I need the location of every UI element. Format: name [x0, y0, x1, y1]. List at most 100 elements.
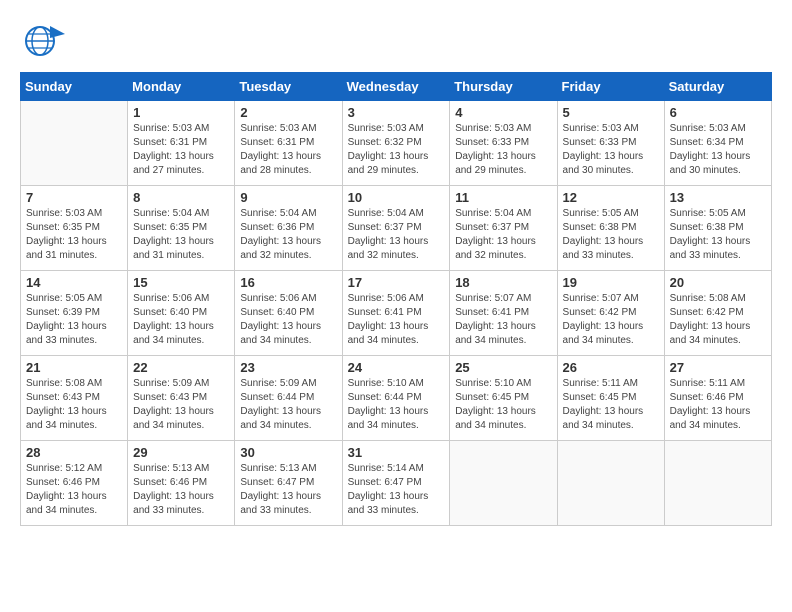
weekday-header-tuesday: Tuesday: [235, 73, 342, 101]
day-info: Sunrise: 5:04 AM Sunset: 6:36 PM Dayligh…: [240, 207, 336, 263]
day-info: Sunrise: 5:10 AM Sunset: 6:44 PM Dayligh…: [348, 377, 445, 433]
calendar-cell: 21Sunrise: 5:08 AM Sunset: 6:43 PM Dayli…: [21, 356, 128, 441]
calendar-cell: 30 Sunrise: 5:13 AM Sunset: 6:47 PM Dayli…: [235, 441, 342, 526]
day-info: Sunrise: 5:03 AM Sunset: 6:34 PM Dayligh…: [670, 122, 766, 178]
day-info: Sunrise: 5:13 AM Sunset: 6:47 PM Dayligh…: [240, 462, 336, 518]
day-info: Sunrise: 5:05 AM Sunset: 6:38 PM Dayligh…: [563, 207, 659, 263]
day-number: 27: [670, 360, 766, 375]
calendar-cell: 28Sunrise: 5:12 AM Sunset: 6:46 PM Dayli…: [21, 441, 128, 526]
day-number: 15: [133, 275, 229, 290]
calendar-cell: [557, 441, 664, 526]
calendar-cell: 20Sunrise: 5:08 AM Sunset: 6:42 PM Dayli…: [664, 271, 771, 356]
day-info: Sunrise: 5:08 AM Sunset: 6:42 PM Dayligh…: [670, 292, 766, 348]
day-number: 30: [240, 445, 336, 460]
day-info: Sunrise: 5:06 AM Sunset: 6:41 PM Dayligh…: [348, 292, 445, 348]
weekday-header-row: SundayMondayTuesdayWednesdayThursdayFrid…: [21, 73, 772, 101]
day-number: 5: [563, 105, 659, 120]
week-row-4: 21Sunrise: 5:08 AM Sunset: 6:43 PM Dayli…: [21, 356, 772, 441]
day-number: 7: [26, 190, 122, 205]
day-info: Sunrise: 5:03 AM Sunset: 6:33 PM Dayligh…: [455, 122, 551, 178]
day-number: 22: [133, 360, 229, 375]
calendar-cell: 23Sunrise: 5:09 AM Sunset: 6:44 PM Dayli…: [235, 356, 342, 441]
calendar-cell: 12 Sunrise: 5:05 AM Sunset: 6:38 PM Dayli…: [557, 186, 664, 271]
day-number: 12: [563, 190, 659, 205]
day-number: 24: [348, 360, 445, 375]
calendar-cell: 9 Sunrise: 5:04 AM Sunset: 6:36 PM Daylig…: [235, 186, 342, 271]
calendar-cell: 17Sunrise: 5:06 AM Sunset: 6:41 PM Dayli…: [342, 271, 450, 356]
calendar-cell: 29 Sunrise: 5:13 AM Sunset: 6:46 PM Dayli…: [128, 441, 235, 526]
calendar-cell: 5 Sunrise: 5:03 AM Sunset: 6:33 PM Daylig…: [557, 101, 664, 186]
day-number: 4: [455, 105, 551, 120]
day-info: Sunrise: 5:03 AM Sunset: 6:35 PM Dayligh…: [26, 207, 122, 263]
calendar-cell: 25 Sunrise: 5:10 AM Sunset: 6:45 PM Dayli…: [450, 356, 557, 441]
day-info: Sunrise: 5:03 AM Sunset: 6:32 PM Dayligh…: [348, 122, 445, 178]
day-info: Sunrise: 5:05 AM Sunset: 6:39 PM Dayligh…: [26, 292, 122, 348]
day-number: 11: [455, 190, 551, 205]
day-info: Sunrise: 5:03 AM Sunset: 6:31 PM Dayligh…: [240, 122, 336, 178]
day-number: 31: [348, 445, 445, 460]
day-info: Sunrise: 5:14 AM Sunset: 6:47 PM Dayligh…: [348, 462, 445, 518]
calendar-cell: 22 Sunrise: 5:09 AM Sunset: 6:43 PM Dayli…: [128, 356, 235, 441]
week-row-1: 1 Sunrise: 5:03 AM Sunset: 6:31 PM Daylig…: [21, 101, 772, 186]
day-number: 3: [348, 105, 445, 120]
day-number: 10: [348, 190, 445, 205]
day-info: Sunrise: 5:13 AM Sunset: 6:46 PM Dayligh…: [133, 462, 229, 518]
day-info: Sunrise: 5:04 AM Sunset: 6:37 PM Dayligh…: [455, 207, 551, 263]
calendar-cell: 10 Sunrise: 5:04 AM Sunset: 6:37 PM Dayli…: [342, 186, 450, 271]
day-number: 23: [240, 360, 336, 375]
calendar-cell: 27 Sunrise: 5:11 AM Sunset: 6:46 PM Dayli…: [664, 356, 771, 441]
day-info: Sunrise: 5:11 AM Sunset: 6:46 PM Dayligh…: [670, 377, 766, 433]
day-info: Sunrise: 5:10 AM Sunset: 6:45 PM Dayligh…: [455, 377, 551, 433]
day-number: 16: [240, 275, 336, 290]
day-info: Sunrise: 5:06 AM Sunset: 6:40 PM Dayligh…: [240, 292, 336, 348]
calendar-cell: 6 Sunrise: 5:03 AM Sunset: 6:34 PM Daylig…: [664, 101, 771, 186]
weekday-header-wednesday: Wednesday: [342, 73, 450, 101]
day-info: Sunrise: 5:04 AM Sunset: 6:37 PM Dayligh…: [348, 207, 445, 263]
day-number: 28: [26, 445, 122, 460]
day-number: 29: [133, 445, 229, 460]
day-info: Sunrise: 5:07 AM Sunset: 6:42 PM Dayligh…: [563, 292, 659, 348]
calendar-cell: 26Sunrise: 5:11 AM Sunset: 6:45 PM Dayli…: [557, 356, 664, 441]
calendar-cell: [21, 101, 128, 186]
day-number: 18: [455, 275, 551, 290]
calendar-cell: 2 Sunrise: 5:03 AM Sunset: 6:31 PM Daylig…: [235, 101, 342, 186]
calendar-cell: [450, 441, 557, 526]
week-row-2: 7 Sunrise: 5:03 AM Sunset: 6:35 PM Daylig…: [21, 186, 772, 271]
day-info: Sunrise: 5:03 AM Sunset: 6:33 PM Dayligh…: [563, 122, 659, 178]
day-info: Sunrise: 5:07 AM Sunset: 6:41 PM Dayligh…: [455, 292, 551, 348]
weekday-header-monday: Monday: [128, 73, 235, 101]
calendar-cell: 31 Sunrise: 5:14 AM Sunset: 6:47 PM Dayli…: [342, 441, 450, 526]
week-row-3: 14 Sunrise: 5:05 AM Sunset: 6:39 PM Dayli…: [21, 271, 772, 356]
calendar-table: SundayMondayTuesdayWednesdayThursdayFrid…: [20, 72, 772, 526]
day-number: 6: [670, 105, 766, 120]
weekday-header-friday: Friday: [557, 73, 664, 101]
day-info: Sunrise: 5:09 AM Sunset: 6:43 PM Dayligh…: [133, 377, 229, 433]
calendar-cell: 4 Sunrise: 5:03 AM Sunset: 6:33 PM Daylig…: [450, 101, 557, 186]
day-info: Sunrise: 5:11 AM Sunset: 6:45 PM Dayligh…: [563, 377, 659, 433]
day-number: 2: [240, 105, 336, 120]
day-info: Sunrise: 5:05 AM Sunset: 6:38 PM Dayligh…: [670, 207, 766, 263]
day-number: 9: [240, 190, 336, 205]
calendar-cell: 15 Sunrise: 5:06 AM Sunset: 6:40 PM Dayli…: [128, 271, 235, 356]
day-number: 25: [455, 360, 551, 375]
calendar-cell: 1Sunrise: 5:03 AM Sunset: 6:31 PM Daylig…: [128, 101, 235, 186]
day-info: Sunrise: 5:06 AM Sunset: 6:40 PM Dayligh…: [133, 292, 229, 348]
weekday-header-saturday: Saturday: [664, 73, 771, 101]
calendar-cell: 3 Sunrise: 5:03 AM Sunset: 6:32 PM Daylig…: [342, 101, 450, 186]
calendar-cell: 19 Sunrise: 5:07 AM Sunset: 6:42 PM Dayli…: [557, 271, 664, 356]
day-number: 1: [133, 105, 229, 120]
day-info: Sunrise: 5:08 AM Sunset: 6:43 PM Dayligh…: [26, 377, 122, 433]
calendar-cell: 7 Sunrise: 5:03 AM Sunset: 6:35 PM Daylig…: [21, 186, 128, 271]
day-number: 19: [563, 275, 659, 290]
calendar-cell: 18 Sunrise: 5:07 AM Sunset: 6:41 PM Dayli…: [450, 271, 557, 356]
day-number: 14: [26, 275, 122, 290]
logo: [20, 20, 74, 62]
calendar-cell: 16 Sunrise: 5:06 AM Sunset: 6:40 PM Dayli…: [235, 271, 342, 356]
calendar-cell: 14 Sunrise: 5:05 AM Sunset: 6:39 PM Dayli…: [21, 271, 128, 356]
day-number: 13: [670, 190, 766, 205]
calendar-cell: 24 Sunrise: 5:10 AM Sunset: 6:44 PM Dayli…: [342, 356, 450, 441]
week-row-5: 28Sunrise: 5:12 AM Sunset: 6:46 PM Dayli…: [21, 441, 772, 526]
calendar-cell: [664, 441, 771, 526]
weekday-header-sunday: Sunday: [21, 73, 128, 101]
day-info: Sunrise: 5:04 AM Sunset: 6:35 PM Dayligh…: [133, 207, 229, 263]
